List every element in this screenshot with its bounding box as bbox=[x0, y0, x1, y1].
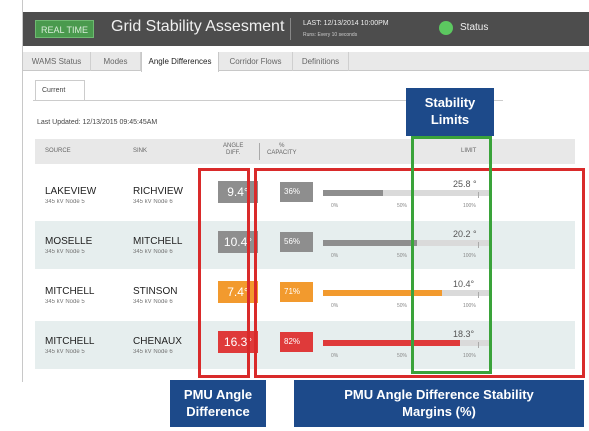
sink-name: MITCHELL bbox=[133, 236, 183, 247]
runs-label: Runs: bbox=[303, 32, 317, 38]
source-sub: 345 kV Node 5 bbox=[45, 199, 85, 205]
col-sink: SINK bbox=[133, 148, 148, 154]
sink-name: CHENAUX bbox=[133, 336, 182, 347]
col-capacity-line1: % bbox=[279, 143, 285, 149]
app-title: Grid Stability Assesment bbox=[111, 18, 285, 35]
col-source: SOURCE bbox=[45, 148, 71, 154]
source-sub: 345 kV Node 5 bbox=[45, 349, 85, 355]
runs-info: Runs: Every 10 seconds bbox=[303, 32, 357, 38]
tab-corridor-flows[interactable]: Corridor Flows bbox=[219, 52, 293, 71]
last-run-info: LAST: 12/13/2014 10:00PM bbox=[303, 20, 389, 27]
pmu-angle-highlight-box bbox=[198, 168, 250, 378]
pmu-angle-line1: PMU Angle bbox=[183, 387, 253, 402]
sink-name: STINSON bbox=[133, 286, 178, 297]
tab-modes[interactable]: Modes bbox=[91, 52, 141, 71]
status-indicator-icon[interactable] bbox=[439, 21, 453, 35]
tab-angle-differences[interactable]: Angle Differences bbox=[141, 52, 219, 72]
last-value: 12/13/2014 10:00PM bbox=[323, 20, 389, 27]
stability-limits-highlight-box bbox=[411, 136, 492, 374]
tab-definitions[interactable]: Definitions bbox=[293, 52, 349, 71]
main-tabs: WAMS Status Modes Angle Differences Corr… bbox=[23, 52, 589, 72]
pmu-angle-difference-callout: PMU Angle Difference bbox=[170, 380, 266, 427]
col-capacity-line2: CAPACITY bbox=[267, 150, 297, 156]
header-divider bbox=[290, 18, 291, 40]
pmu-angle-line2: Difference bbox=[186, 404, 250, 419]
realtime-badge[interactable]: REAL TIME bbox=[35, 20, 95, 38]
stability-limits-line2: Limits bbox=[430, 112, 470, 127]
col-angle-diff-line1: ANGLE bbox=[223, 143, 244, 149]
col-capacity: % CAPACITY bbox=[267, 143, 297, 157]
header-divider-line bbox=[259, 143, 260, 160]
margins-line1: PMU Angle Difference Stability bbox=[344, 387, 534, 402]
source-name: MITCHELL bbox=[45, 336, 95, 347]
col-angle-diff-line2: DIFF. bbox=[226, 150, 241, 156]
app-header: REAL TIME Grid Stability Assesment LAST:… bbox=[23, 12, 589, 46]
last-label: LAST: bbox=[303, 20, 322, 27]
margins-line2: Margins (%) bbox=[402, 404, 476, 419]
tab-wams-status[interactable]: WAMS Status bbox=[23, 52, 91, 71]
col-angle-diff: ANGLE DIFF. bbox=[223, 143, 243, 157]
table-header: SOURCE SINK ANGLE DIFF. % CAPACITY LIMIT bbox=[35, 139, 575, 164]
stability-margins-callout: PMU Angle Difference Stability Margins (… bbox=[294, 380, 584, 427]
stability-limits-line1: Stability bbox=[424, 95, 476, 110]
status-label[interactable]: Status bbox=[460, 22, 488, 33]
source-name: LAKEVIEW bbox=[45, 186, 97, 197]
runs-value: Every 10 seconds bbox=[317, 32, 358, 38]
source-sub: 345 kV Node 5 bbox=[45, 299, 85, 305]
source-name: MOSELLE bbox=[45, 236, 93, 247]
source-name: MITCHELL bbox=[45, 286, 95, 297]
sink-name: RICHVIEW bbox=[133, 186, 183, 197]
last-updated-text: Last Updated: 12/13/2015 09:45:45AM bbox=[37, 119, 158, 126]
subtab-current[interactable]: Current bbox=[35, 80, 85, 100]
source-sub: 345 kV Node 5 bbox=[45, 249, 85, 255]
stability-limits-callout: Stability Limits bbox=[406, 88, 494, 136]
